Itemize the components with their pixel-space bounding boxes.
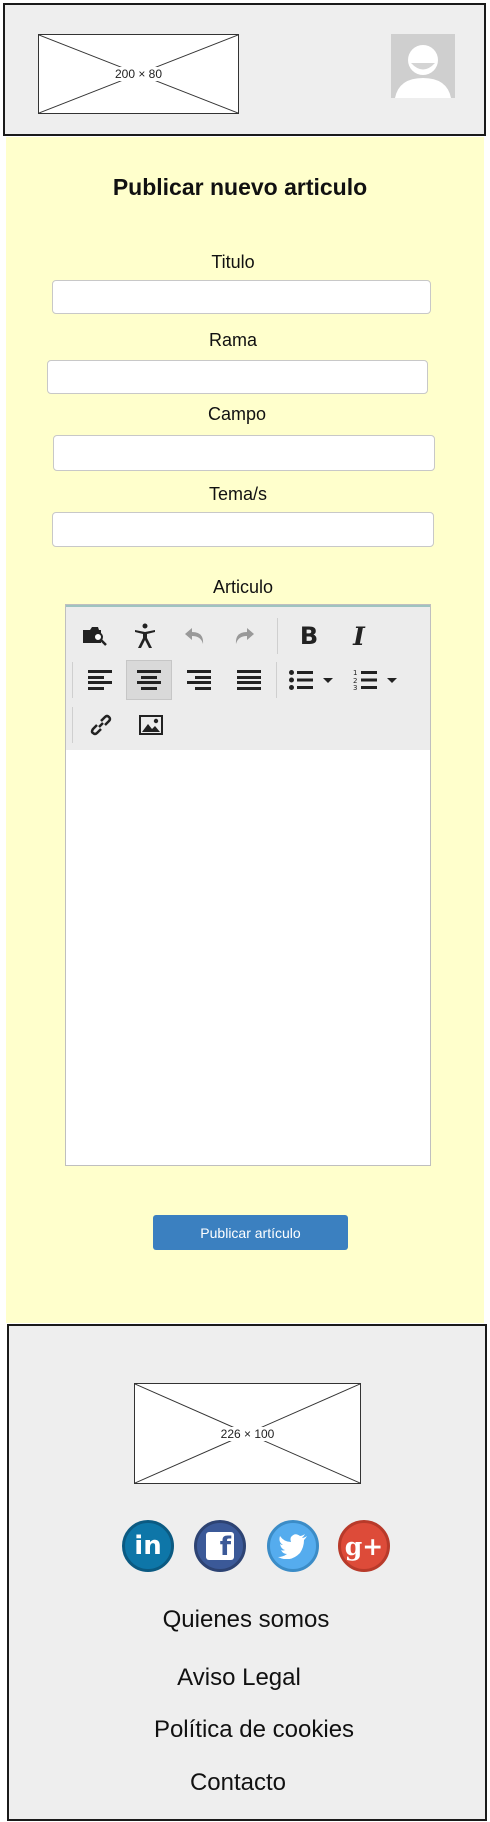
toolbar-separator xyxy=(72,707,73,743)
svg-text:3: 3 xyxy=(353,684,357,691)
italic-glyph: I xyxy=(353,621,365,651)
image-icon[interactable] xyxy=(128,705,174,745)
bold-glyph: B xyxy=(299,622,319,650)
footer-logo-text: 226 × 100 xyxy=(218,1426,277,1441)
campo-input[interactable] xyxy=(53,435,435,471)
editor-toolbar: B I 123 xyxy=(66,605,430,750)
facebook-glyph: f xyxy=(206,1532,234,1560)
footer-link-contacto[interactable]: Contacto xyxy=(0,1769,478,1797)
italic-icon[interactable]: I xyxy=(336,616,382,656)
temas-label: Tema/s xyxy=(208,484,268,504)
googleplus-icon[interactable]: g+ xyxy=(338,1520,390,1572)
editor-body[interactable] xyxy=(66,751,430,1165)
page-title: Publicar nuevo articulo xyxy=(112,174,368,200)
temas-input[interactable] xyxy=(52,512,434,547)
googleplus-glyph: g+ xyxy=(344,1531,384,1561)
header-logo-placeholder[interactable]: 200 × 80 xyxy=(38,34,239,114)
footer-link-aviso-legal[interactable]: Aviso Legal xyxy=(0,1664,479,1692)
header: 200 × 80 xyxy=(3,3,486,136)
align-left-icon[interactable] xyxy=(77,660,123,700)
twitter-bird-icon[interactable] xyxy=(267,1520,319,1572)
align-justify-icon[interactable] xyxy=(226,660,272,700)
undo-icon[interactable] xyxy=(172,616,218,656)
toolbar-separator xyxy=(276,662,277,698)
user-avatar-icon[interactable] xyxy=(391,34,455,98)
toolbar-separator xyxy=(72,662,73,698)
accessibility-icon[interactable] xyxy=(122,616,168,656)
campo-label: Campo xyxy=(207,404,267,424)
linkedin-icon[interactable]: in xyxy=(122,1520,174,1572)
bold-icon[interactable]: B xyxy=(286,616,332,656)
preview-icon[interactable] xyxy=(72,616,118,656)
footer-link-politica-cookies[interactable]: Política de cookies xyxy=(14,1716,490,1744)
bullet-list-icon[interactable] xyxy=(284,660,340,700)
link-icon[interactable] xyxy=(78,705,124,745)
rama-label: Rama xyxy=(208,330,257,350)
footer-logo-placeholder[interactable]: 226 × 100 xyxy=(134,1383,361,1484)
titulo-label: Titulo xyxy=(211,252,255,272)
header-logo-text: 200 × 80 xyxy=(112,67,165,81)
facebook-icon[interactable]: f xyxy=(194,1520,246,1572)
articulo-label: Articulo xyxy=(212,577,274,597)
footer-link-quienes-somos[interactable]: Quienes somos xyxy=(6,1606,486,1634)
svg-text:1: 1 xyxy=(353,669,357,677)
publish-button[interactable]: Publicar artículo xyxy=(153,1215,348,1250)
toolbar-separator xyxy=(277,618,278,654)
redo-icon[interactable] xyxy=(221,616,267,656)
numbered-list-icon[interactable]: 123 xyxy=(348,660,404,700)
rama-input[interactable] xyxy=(47,360,428,394)
article-editor[interactable]: B I 123 xyxy=(65,604,431,1166)
align-center-icon[interactable] xyxy=(126,660,172,700)
footer: 226 × 100 in f g+ Quienes somos Aviso Le… xyxy=(7,1324,487,1821)
linkedin-glyph: in xyxy=(134,1531,162,1561)
titulo-input[interactable] xyxy=(52,280,431,314)
align-right-icon[interactable] xyxy=(176,660,222,700)
